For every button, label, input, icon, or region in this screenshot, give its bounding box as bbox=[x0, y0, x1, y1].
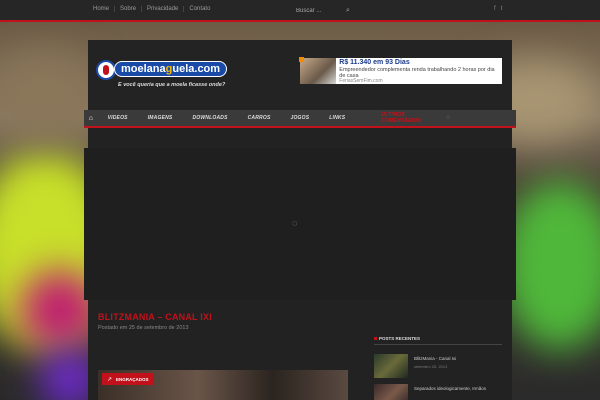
recent-post-item[interactable]: Separados ideologicamente, Irmãos bbox=[374, 384, 502, 400]
nav-item-videos[interactable]: VIDEOS bbox=[98, 115, 138, 121]
ad-text: Empreendedor complementa renda trabalhan… bbox=[339, 66, 495, 79]
logo-text: moelanaguela.com bbox=[114, 61, 228, 77]
top-link-privacidade[interactable]: Privacidade bbox=[142, 6, 185, 12]
slider-loading-icon: ◌ bbox=[292, 218, 298, 228]
post-title[interactable]: BLITZMANIA – CANAL IXI bbox=[98, 312, 212, 322]
logo-emblem-icon bbox=[96, 60, 116, 80]
ad-title: R$ 11.340 em 93 Dias bbox=[339, 59, 410, 66]
nav-item-carros[interactable]: CARROS bbox=[238, 115, 281, 121]
top-link-home[interactable]: Home bbox=[88, 6, 116, 12]
ad-thumbnail bbox=[298, 57, 337, 84]
ad-source: FeriasSemFim.com bbox=[339, 77, 383, 84]
post-date: Postado em 25 de setembro de 2013 bbox=[98, 325, 189, 331]
header-ad-banner[interactable]: R$ 11.340 em 93 Dias Empreendedor comple… bbox=[298, 57, 502, 84]
site-logo[interactable]: moelanaguela.com E você queria que a moe… bbox=[96, 58, 228, 94]
main-nav: ⌂ VIDEOS IMAGENS DOWNLOADS CARROS JOGOS … bbox=[84, 110, 516, 128]
site-header: moelanaguela.com E você queria que a moe… bbox=[88, 40, 512, 110]
recent-post-thumbnail[interactable] bbox=[374, 354, 408, 378]
featured-slider[interactable]: ◌ bbox=[84, 148, 516, 300]
top-nav: Home Sobre Privacidade Contato bbox=[88, 6, 215, 12]
twitter-icon[interactable]: t bbox=[501, 6, 503, 12]
nav-item-downloads[interactable]: DOWNLOADS bbox=[182, 115, 237, 121]
recent-post-date: setembro 25, 2013 bbox=[414, 364, 448, 369]
search-box: ⌕ bbox=[296, 5, 358, 17]
top-link-sobre[interactable]: Sobre bbox=[115, 6, 143, 12]
recent-post-title[interactable]: BlitzMania - Canal Ixi bbox=[414, 356, 456, 361]
external-link-icon: ↗ bbox=[107, 376, 113, 383]
recent-post-thumbnail[interactable] bbox=[374, 384, 408, 400]
top-link-contato[interactable]: Contato bbox=[184, 6, 215, 12]
loading-spinner-icon: ◌ bbox=[446, 115, 450, 121]
search-icon[interactable]: ⌕ bbox=[346, 7, 350, 15]
recent-post-title[interactable]: Separados ideologicamente, Irmãos bbox=[414, 386, 486, 391]
category-badge[interactable]: ↗ ENGRAÇADOS bbox=[102, 373, 154, 385]
facebook-icon[interactable]: f bbox=[494, 6, 496, 12]
category-label: ENGRAÇADOS bbox=[116, 376, 149, 382]
nav-item-imagens[interactable]: IMAGENS bbox=[138, 115, 183, 121]
social-links: f t bbox=[494, 6, 502, 12]
search-input[interactable] bbox=[296, 5, 346, 17]
nav-item-comentarios[interactable]: ÚLTIMOS COMENTÁRIOS bbox=[371, 112, 446, 124]
sidebar-title: POSTS RECENTES bbox=[374, 336, 420, 341]
site-tagline: E você queria que a moela ficasse onde? bbox=[118, 82, 226, 88]
nav-item-links[interactable]: LINKS bbox=[319, 115, 355, 121]
recent-post-item[interactable]: BlitzMania - Canal Ixi setembro 25, 2013 bbox=[374, 354, 502, 380]
sidebar-divider bbox=[374, 344, 502, 345]
main-container: moelanaguela.com E você queria que a moe… bbox=[84, 40, 516, 400]
home-icon[interactable]: ⌂ bbox=[84, 109, 98, 127]
top-bar: Home Sobre Privacidade Contato ⌕ f t bbox=[0, 0, 600, 22]
nav-item-jogos[interactable]: JOGOS bbox=[280, 115, 319, 121]
